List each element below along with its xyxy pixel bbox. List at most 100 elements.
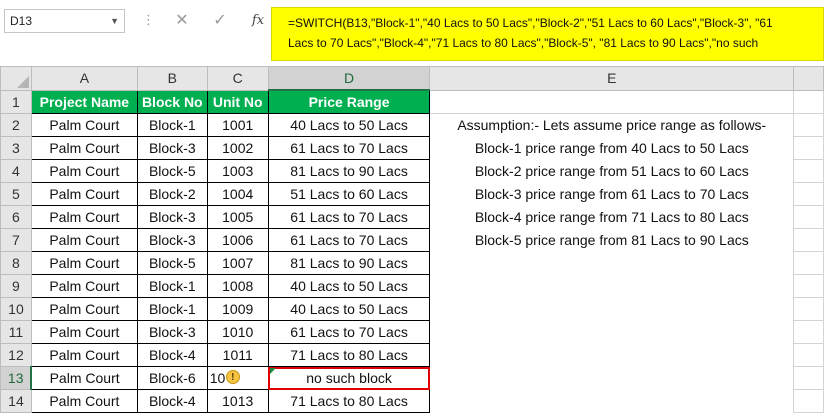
cell-unit-no[interactable]: 1006 [206, 228, 269, 252]
row-header[interactable]: 2 [0, 113, 32, 137]
empty-cell[interactable] [793, 297, 824, 321]
cell-block-no[interactable]: Block-1 [136, 274, 208, 298]
empty-cell[interactable] [793, 343, 824, 367]
cell-project-name[interactable]: Palm Court [30, 136, 138, 160]
row-header[interactable]: 13 [0, 366, 33, 390]
enter-icon[interactable]: ✓ [205, 9, 235, 33]
empty-cell[interactable] [793, 274, 824, 298]
cell-assumption-note[interactable] [430, 252, 794, 275]
empty-cell[interactable] [793, 159, 824, 183]
column-header-d[interactable]: D [267, 66, 431, 91]
cell-block-no[interactable]: Block-6 [136, 366, 208, 390]
empty-cell[interactable] [793, 136, 824, 160]
active-cell-price-range[interactable]: no such block [267, 366, 431, 390]
empty-cell[interactable] [793, 205, 824, 229]
empty-cell[interactable] [429, 89, 795, 114]
row-header[interactable]: 6 [0, 205, 32, 229]
column-header-c[interactable]: C [206, 66, 269, 91]
row-header[interactable]: 10 [0, 297, 32, 321]
empty-cell[interactable] [793, 182, 824, 206]
cell-price-range[interactable]: 81 Lacs to 90 Lacs [267, 251, 431, 275]
cell-price-range[interactable]: 81 Lacs to 90 Lacs [267, 159, 431, 183]
cell-block-no[interactable]: Block-2 [136, 182, 208, 206]
row-header[interactable]: 11 [0, 320, 32, 344]
row-header[interactable]: 1 [0, 89, 32, 114]
cell-unit-no[interactable]: 10! [206, 366, 269, 390]
cell-assumption-note[interactable] [430, 298, 794, 321]
cell-block-no[interactable]: Block-4 [136, 389, 208, 413]
error-warning-icon[interactable]: ! [225, 370, 240, 384]
header-cell-project-name[interactable]: Project Name [30, 89, 138, 114]
cell-assumption-note[interactable] [430, 390, 794, 413]
column-header-a[interactable]: A [30, 66, 138, 91]
header-cell-unit-no[interactable]: Unit No [206, 89, 269, 114]
cell-project-name[interactable]: Palm Court [30, 113, 138, 137]
cell-project-name[interactable]: Palm Court [30, 366, 138, 390]
cell-assumption-note[interactable]: Block-5 price range from 81 Lacs to 90 L… [430, 229, 794, 252]
empty-cell[interactable] [793, 228, 824, 252]
row-header[interactable]: 4 [0, 159, 32, 183]
cell-unit-no[interactable]: 1010 [206, 320, 269, 344]
cell-block-no[interactable]: Block-3 [136, 320, 208, 344]
cell-unit-no[interactable]: 1002 [206, 136, 269, 160]
header-cell-block-no[interactable]: Block No [136, 89, 208, 114]
empty-cell[interactable] [793, 113, 824, 137]
row-header[interactable]: 7 [0, 228, 32, 252]
cell-unit-no[interactable]: 1009 [206, 297, 269, 321]
cell-unit-no[interactable]: 1005 [206, 205, 269, 229]
name-box[interactable]: D13 ▼ [4, 9, 125, 33]
cell-price-range[interactable]: 61 Lacs to 70 Lacs [267, 205, 431, 229]
select-all-corner[interactable] [0, 66, 32, 91]
cell-assumption-note[interactable]: Block-2 price range from 51 Lacs to 60 L… [430, 160, 794, 183]
empty-cell[interactable] [793, 366, 824, 390]
empty-cell[interactable] [793, 251, 824, 275]
cell-unit-no[interactable]: 1013 [206, 389, 269, 413]
cell-assumption-note[interactable] [430, 344, 794, 367]
cell-price-range[interactable]: 71 Lacs to 80 Lacs [267, 389, 431, 413]
cell-assumption-note[interactable] [430, 275, 794, 298]
cell-assumption-note[interactable] [430, 367, 794, 390]
row-header[interactable]: 3 [0, 136, 32, 160]
cell-project-name[interactable]: Palm Court [30, 343, 138, 367]
empty-cell[interactable] [793, 389, 824, 413]
cell-price-range[interactable]: 71 Lacs to 80 Lacs [267, 343, 431, 367]
cell-block-no[interactable]: Block-1 [136, 297, 208, 321]
cell-price-range[interactable]: 40 Lacs to 50 Lacs [267, 274, 431, 298]
cell-project-name[interactable]: Palm Court [30, 297, 138, 321]
cell-price-range[interactable]: 51 Lacs to 60 Lacs [267, 182, 431, 206]
column-header-b[interactable]: B [136, 66, 208, 91]
cell-project-name[interactable]: Palm Court [30, 251, 138, 275]
row-header[interactable]: 14 [0, 389, 32, 413]
formula-input[interactable]: =SWITCH(B13,"Block-1","40 Lacs to 50 Lac… [271, 7, 824, 61]
cell-assumption-note[interactable]: Block-3 price range from 61 Lacs to 70 L… [430, 183, 794, 206]
cell-project-name[interactable]: Palm Court [30, 205, 138, 229]
cell-price-range[interactable]: 40 Lacs to 50 Lacs [267, 113, 431, 137]
cell-price-range[interactable]: 61 Lacs to 70 Lacs [267, 320, 431, 344]
cell-price-range[interactable]: 40 Lacs to 50 Lacs [267, 297, 431, 321]
cell-unit-no[interactable]: 1003 [206, 159, 269, 183]
cell-assumption-note[interactable]: Assumption:- Lets assume price range as … [430, 114, 794, 137]
row-header[interactable]: 12 [0, 343, 32, 367]
cell-unit-no[interactable]: 1001 [206, 113, 269, 137]
cell-block-no[interactable]: Block-3 [136, 228, 208, 252]
cell-block-no[interactable]: Block-4 [136, 343, 208, 367]
cell-unit-no[interactable]: 1004 [206, 182, 269, 206]
cell-block-no[interactable]: Block-5 [136, 251, 208, 275]
empty-cell[interactable] [793, 89, 824, 114]
header-cell-price-range[interactable]: Price Range [267, 89, 431, 114]
cell-block-no[interactable]: Block-5 [136, 159, 208, 183]
insert-function-icon[interactable]: fx [243, 9, 273, 33]
row-header[interactable]: 5 [0, 182, 32, 206]
cell-assumption-note[interactable]: Block-4 price range from 71 Lacs to 80 L… [430, 206, 794, 229]
cell-block-no[interactable]: Block-1 [136, 113, 208, 137]
row-header[interactable]: 9 [0, 274, 32, 298]
cell-assumption-note[interactable]: Block-1 price range from 40 Lacs to 50 L… [430, 137, 794, 160]
cell-unit-no[interactable]: 1008 [206, 274, 269, 298]
name-box-dropdown-icon[interactable]: ▼ [110, 10, 119, 32]
empty-cell[interactable] [793, 320, 824, 344]
cell-block-no[interactable]: Block-3 [136, 205, 208, 229]
column-header-f[interactable] [793, 66, 824, 91]
formula-bar-grip-icon[interactable]: ⋮ [142, 11, 155, 29]
cell-price-range[interactable]: 61 Lacs to 70 Lacs [267, 228, 431, 252]
cell-project-name[interactable]: Palm Court [30, 389, 138, 413]
